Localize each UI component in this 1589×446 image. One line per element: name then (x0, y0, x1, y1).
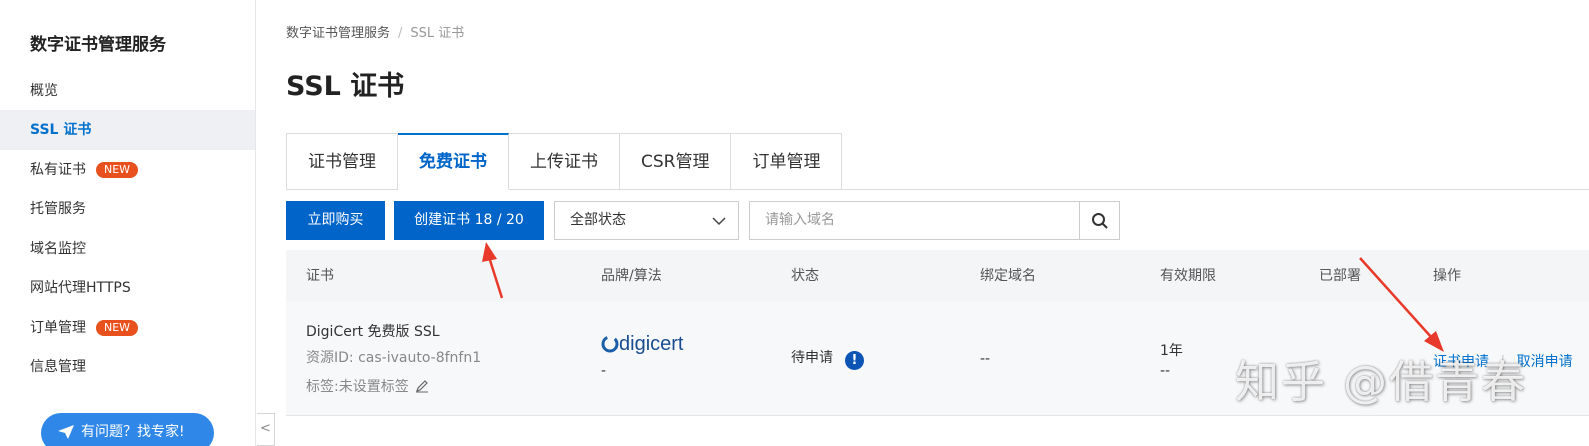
table-row: DigiCert 免费版 SSL 资源ID: cas-ivauto-8fnfn1… (286, 302, 1589, 416)
column-header: 状态 (791, 268, 819, 284)
cert-status: 待申请! (791, 347, 864, 370)
digicert-wordmark: digicert (619, 333, 684, 355)
sidebar-item-label: 概览 (30, 83, 58, 99)
cert-tag-label: 标签:未设置标签 (306, 379, 409, 395)
sidebar-item-label: SSL 证书 (30, 122, 92, 138)
digicert-mark-icon (601, 335, 619, 353)
edit-icon[interactable] (415, 379, 429, 393)
cert-validity: 1年 (1160, 343, 1183, 359)
sidebar-item-overview[interactable]: 概览 (0, 71, 255, 111)
cert-status-label: 待申请 (791, 350, 833, 366)
tab-bar: 证书管理 免费证书 上传证书 CSR管理 订单管理 (286, 133, 843, 190)
breadcrumb-separator: / (398, 26, 403, 41)
column-header: 证书 (306, 268, 334, 284)
buy-now-button[interactable]: 立即购买 (286, 201, 385, 240)
status-select-value: 全部状态 (570, 212, 626, 228)
sidebar-item-label: 信息管理 (30, 359, 86, 375)
sidebar-item-https-proxy[interactable]: 网站代理HTTPS (0, 268, 255, 308)
column-header: 操作 (1433, 268, 1461, 284)
action-divider: | (1500, 354, 1506, 370)
cert-algorithm: - (601, 363, 607, 379)
sidebar-item-label: 域名监控 (30, 241, 86, 257)
sidebar-item-label: 订单管理 (30, 320, 86, 336)
create-cert-button[interactable]: 创建证书 18 / 20 (394, 201, 544, 240)
breadcrumb: 数字证书管理服务 / SSL 证书 (286, 22, 464, 41)
sidebar-title: 数字证书管理服务 (30, 35, 166, 55)
new-badge: NEW (96, 320, 139, 336)
collapse-sidebar-button[interactable]: < (257, 413, 275, 446)
page-title: SSL 证书 (286, 71, 405, 102)
column-header: 品牌/算法 (601, 268, 662, 284)
column-header: 绑定域名 (980, 268, 1036, 284)
sidebar-item-ssl[interactable]: SSL 证书 (0, 110, 255, 150)
tab-cert-management[interactable]: 证书管理 (286, 133, 398, 190)
digicert-logo: digicert (601, 333, 683, 356)
breadcrumb-current: SSL 证书 (410, 26, 465, 41)
search-button[interactable] (1079, 201, 1120, 240)
tab-order-management[interactable]: 订单管理 (731, 133, 843, 190)
column-header: 有效期限 (1160, 268, 1216, 284)
cert-tag: 标签:未设置标签 (306, 376, 429, 396)
column-header: 已部署 (1319, 268, 1361, 284)
table-header: 证书 品牌/算法 状态 绑定域名 有效期限 已部署 操作 (286, 250, 1589, 302)
cancel-apply-link[interactable]: 取消申请 (1517, 354, 1573, 370)
sidebar-item-domain-monitor[interactable]: 域名监控 (0, 229, 255, 269)
tab-upload-cert[interactable]: 上传证书 (509, 133, 620, 190)
tabs-divider (831, 189, 1589, 190)
cert-domain: -- (980, 351, 991, 367)
sidebar-item-info[interactable]: 信息管理 (0, 347, 255, 387)
sidebar-item-hosting[interactable]: 托管服务 (0, 189, 255, 229)
search-icon (1092, 213, 1108, 229)
domain-search-input[interactable]: 请输入域名 (749, 201, 1080, 240)
chevron-down-icon (712, 217, 726, 226)
status-select[interactable]: 全部状态 (554, 201, 739, 240)
tab-free-cert[interactable]: 免费证书 (398, 133, 509, 190)
cert-resource-id: 资源ID: cas-ivauto-8fnfn1 (306, 350, 482, 366)
sidebar: 数字证书管理服务 概览 SSL 证书 私有证书 NEW 托管服务 域名监控 网站代… (0, 0, 256, 446)
ask-expert-label: 有问题？找专家! (81, 424, 185, 440)
new-badge: NEW (96, 162, 139, 178)
apply-cert-link[interactable]: 证书申请 (1433, 354, 1489, 370)
sidebar-item-orders[interactable]: 订单管理 NEW (0, 308, 255, 348)
sidebar-item-private-cert[interactable]: 私有证书 NEW (0, 150, 255, 190)
breadcrumb-root[interactable]: 数字证书管理服务 (286, 26, 390, 41)
cert-validity-sub: -- (1160, 363, 1171, 379)
tab-csr-management[interactable]: CSR管理 (620, 133, 732, 190)
sidebar-item-label: 网站代理HTTPS (30, 280, 131, 296)
cert-actions: 证书申请 | 取消申请 (1433, 351, 1573, 371)
cert-name: DigiCert 免费版 SSL (306, 324, 440, 340)
sidebar-item-label: 私有证书 (30, 162, 86, 178)
bird-icon (58, 425, 74, 439)
info-icon[interactable]: ! (845, 351, 864, 370)
sidebar-item-label: 托管服务 (30, 201, 86, 217)
ask-expert-button[interactable]: 有问题？找专家! (41, 413, 214, 446)
